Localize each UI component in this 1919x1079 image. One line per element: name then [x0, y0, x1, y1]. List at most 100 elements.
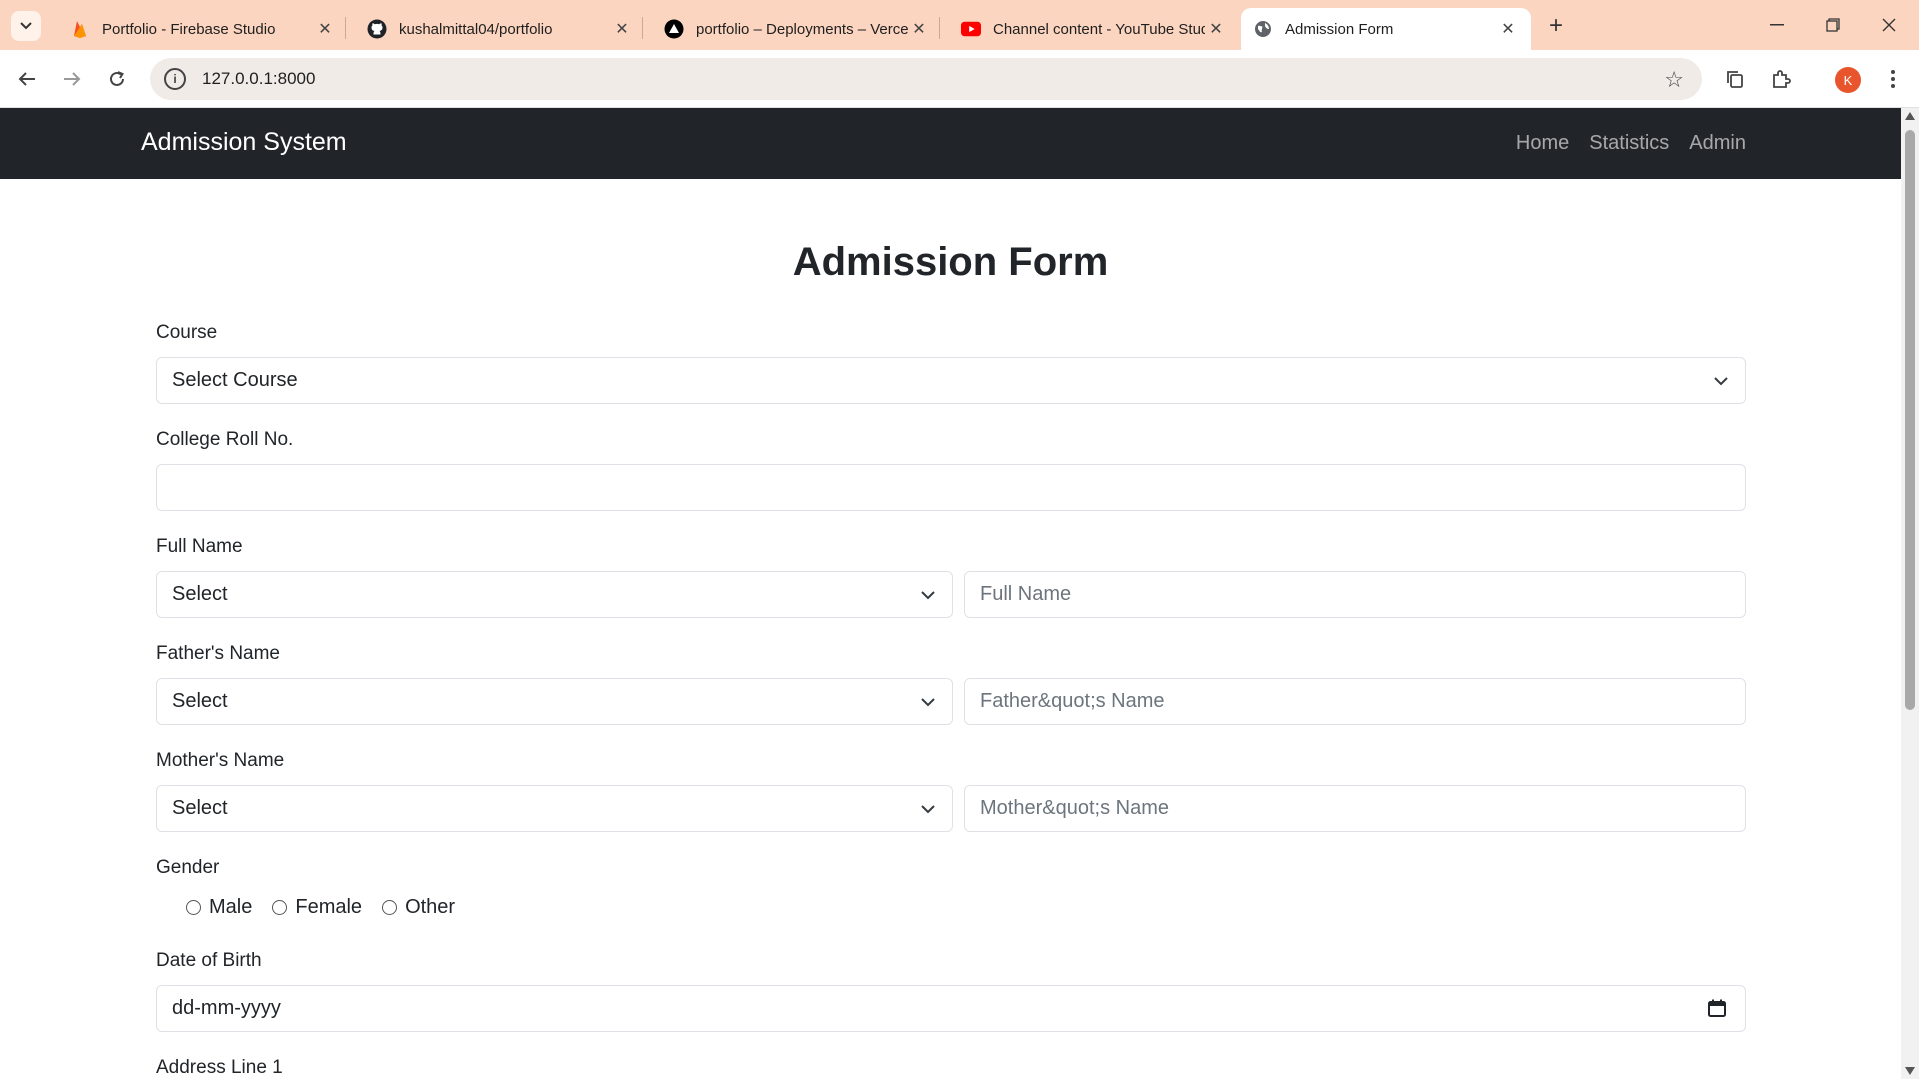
more-vertical-icon — [1891, 70, 1895, 88]
father-name-prefix-select[interactable]: Select — [156, 678, 953, 725]
course-select[interactable]: Select Course — [156, 357, 1746, 404]
gender-radio-group: Male Female Other — [186, 896, 475, 919]
input-placeholder: Father&quot;s Name — [980, 690, 1165, 712]
url-text[interactable]: 127.0.0.1:8000 — [202, 69, 315, 89]
arrow-right-icon — [64, 72, 81, 86]
page-scrollbar[interactable] — [1901, 108, 1919, 1079]
select-value: Select — [172, 583, 228, 605]
scrollbar-thumb[interactable] — [1905, 130, 1915, 710]
close-window-button[interactable] — [1862, 0, 1916, 50]
chevron-down-icon — [1711, 371, 1731, 391]
youtube-icon — [961, 19, 981, 39]
tab-title: kushalmittal04/portfolio — [399, 20, 553, 38]
github-icon — [367, 19, 387, 39]
tab-divider — [642, 17, 643, 39]
radio-label: Male — [209, 896, 253, 918]
gender-option-male[interactable]: Male — [186, 896, 252, 919]
navbar-brand[interactable]: Admission System — [141, 128, 347, 157]
tab-title: Admission Form — [1285, 20, 1394, 38]
tab-divider — [939, 17, 940, 39]
arrow-left-icon — [18, 72, 35, 86]
input-placeholder: Mother&quot;s Name — [980, 797, 1169, 819]
close-icon[interactable]: ✕ — [314, 18, 336, 40]
tab-firebase[interactable]: Portfolio - Firebase Studio ✕ — [58, 8, 348, 50]
close-icon — [1882, 18, 1896, 32]
radio-button[interactable] — [382, 900, 398, 915]
father-name-input[interactable]: Father&quot;s Name — [964, 678, 1746, 725]
dob-input[interactable]: dd-mm-yyyy — [156, 985, 1746, 1032]
globe-icon — [1253, 19, 1273, 39]
roll-label: College Roll No. — [156, 429, 294, 450]
dob-label: Date of Birth — [156, 950, 262, 971]
navbar-links: Home Statistics Admin — [1516, 132, 1746, 155]
profile-avatar[interactable]: K — [1835, 67, 1861, 93]
close-icon[interactable]: ✕ — [908, 18, 930, 40]
extensions-button[interactable] — [1764, 62, 1798, 96]
full-name-label: Full Name — [156, 536, 243, 557]
input-placeholder: Full Name — [980, 583, 1072, 605]
new-tab-button[interactable]: + — [1540, 10, 1572, 42]
mother-name-label: Mother's Name — [156, 750, 285, 771]
radio-button[interactable] — [272, 900, 288, 915]
close-icon[interactable]: ✕ — [1205, 18, 1227, 40]
minimize-button[interactable] — [1750, 0, 1804, 50]
puzzle-icon — [1773, 70, 1791, 88]
gender-option-female[interactable]: Female — [272, 896, 362, 919]
tab-vercel[interactable]: portfolio – Deployments – Vercel ✕ — [652, 8, 942, 50]
close-icon[interactable]: ✕ — [1497, 18, 1519, 40]
tab-title: portfolio – Deployments – Vercel — [696, 20, 908, 38]
tab-github[interactable]: kushalmittal04/portfolio ✕ — [355, 8, 645, 50]
reload-icon — [110, 71, 124, 86]
site-navbar: Admission System Home Statistics Admin — [0, 108, 1901, 179]
scroll-down-arrow-icon[interactable] — [1905, 1067, 1915, 1075]
browser-tab-strip: Portfolio - Firebase Studio ✕ kushalmitt… — [0, 0, 1919, 50]
reload-button[interactable] — [100, 62, 134, 96]
address-bar[interactable]: i 127.0.0.1:8000 ☆ — [150, 58, 1702, 100]
nav-link-home[interactable]: Home — [1516, 132, 1569, 155]
gender-label: Gender — [156, 857, 220, 878]
course-select-value: Select Course — [172, 369, 298, 391]
chevron-down-icon — [918, 799, 938, 819]
bookmark-star-icon[interactable]: ☆ — [1664, 67, 1684, 93]
site-info-icon[interactable]: i — [164, 68, 186, 90]
mother-name-prefix-select[interactable]: Select — [156, 785, 953, 832]
full-name-prefix-select[interactable]: Select — [156, 571, 953, 618]
course-label: Course — [156, 322, 218, 343]
tab-search-button[interactable] — [11, 11, 41, 41]
roll-number-input[interactable] — [156, 464, 1746, 511]
calendar-icon[interactable] — [1707, 998, 1729, 1020]
select-value: Select — [172, 797, 228, 819]
tab-youtube[interactable]: Channel content - YouTube Studio ✕ — [949, 8, 1239, 50]
nav-link-statistics[interactable]: Statistics — [1589, 132, 1669, 155]
radio-label: Female — [295, 896, 363, 918]
close-icon[interactable]: ✕ — [611, 18, 633, 40]
vercel-icon — [664, 19, 684, 39]
page-title: Admission Form — [792, 240, 1109, 284]
tab-divider — [345, 17, 346, 39]
browser-toolbar: i 127.0.0.1:8000 ☆ — [0, 50, 1919, 108]
tab-title: Channel content - YouTube Studio — [993, 20, 1205, 38]
scroll-up-arrow-icon[interactable] — [1905, 112, 1915, 120]
radio-button[interactable] — [186, 900, 201, 915]
firebase-icon — [70, 19, 90, 39]
address-line1-label: Address Line 1 — [156, 1057, 283, 1078]
select-value: Select — [172, 690, 228, 712]
restore-button[interactable] — [1806, 0, 1860, 50]
web-page: Admission System Home Statistics Admin A… — [0, 108, 1901, 1079]
copy-icon — [1727, 71, 1743, 88]
chevron-down-icon — [918, 585, 938, 605]
back-button[interactable] — [10, 62, 44, 96]
mother-name-input[interactable]: Mother&quot;s Name — [964, 785, 1746, 832]
nav-link-admin[interactable]: Admin — [1689, 132, 1746, 155]
chevron-down-icon — [20, 22, 32, 30]
full-name-input[interactable]: Full Name — [964, 571, 1746, 618]
forward-button[interactable] — [55, 62, 89, 96]
tab-groups-button[interactable] — [1718, 62, 1752, 96]
radio-label: Other — [405, 896, 456, 918]
plus-icon: + — [1548, 12, 1563, 39]
minimize-icon — [1770, 24, 1784, 26]
tab-admission-form[interactable]: Admission Form ✕ — [1241, 8, 1531, 50]
menu-button[interactable] — [1876, 62, 1910, 96]
chevron-down-icon — [918, 692, 938, 712]
gender-option-other[interactable]: Other — [382, 896, 455, 919]
